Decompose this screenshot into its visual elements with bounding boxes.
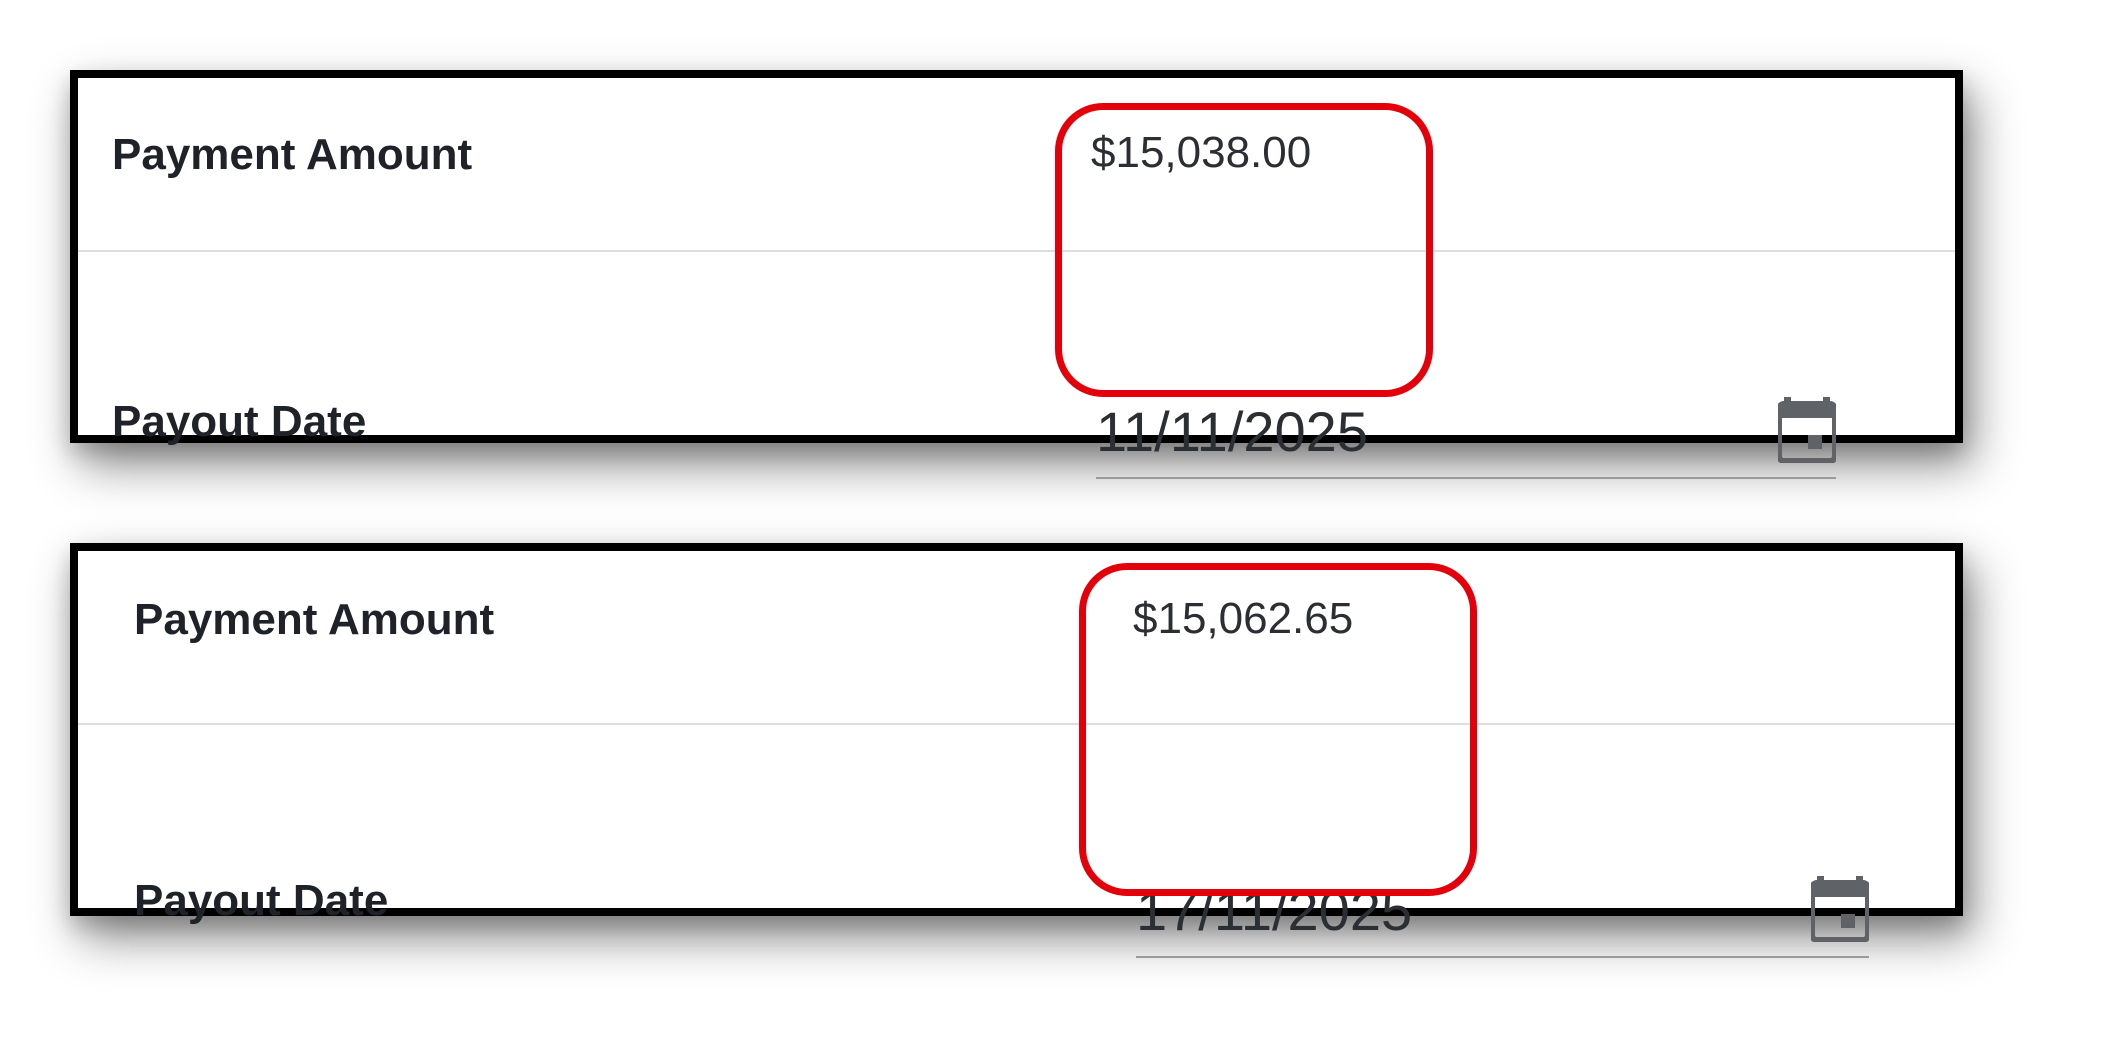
payout-date-label: Payout Date: [134, 876, 389, 925]
payment-amount-label: Payment Amount: [112, 130, 473, 179]
payment-panel-1: Payment Amount $15,038.00 Payout Date 11…: [70, 70, 1963, 479]
payout-date-field[interactable]: 11/11/2025: [1096, 397, 1838, 479]
change-highlight: [1055, 103, 1433, 397]
payout-date-label: Payout Date: [112, 397, 367, 446]
change-highlight: [1079, 563, 1477, 896]
calendar-icon[interactable]: [1809, 876, 1871, 943]
payment-amount-row: Payment Amount $15,038.00: [78, 78, 1955, 250]
payment-amount-label: Payment Amount: [134, 595, 495, 644]
calendar-icon[interactable]: [1776, 397, 1838, 464]
payout-date-value: 11/11/2025: [1096, 400, 1368, 463]
comparison-stage: Payment Amount $15,038.00 Payout Date 11…: [0, 0, 2106, 1060]
payout-date-row: Payout Date 17/11/2025: [78, 724, 1955, 958]
payment-amount-row: Payment Amount $15,062.65: [78, 551, 1955, 723]
payout-date-row: Payout Date 11/11/2025: [78, 251, 1955, 479]
payment-panel-2: Payment Amount $15,062.65 Payout Date 17…: [70, 543, 1963, 958]
